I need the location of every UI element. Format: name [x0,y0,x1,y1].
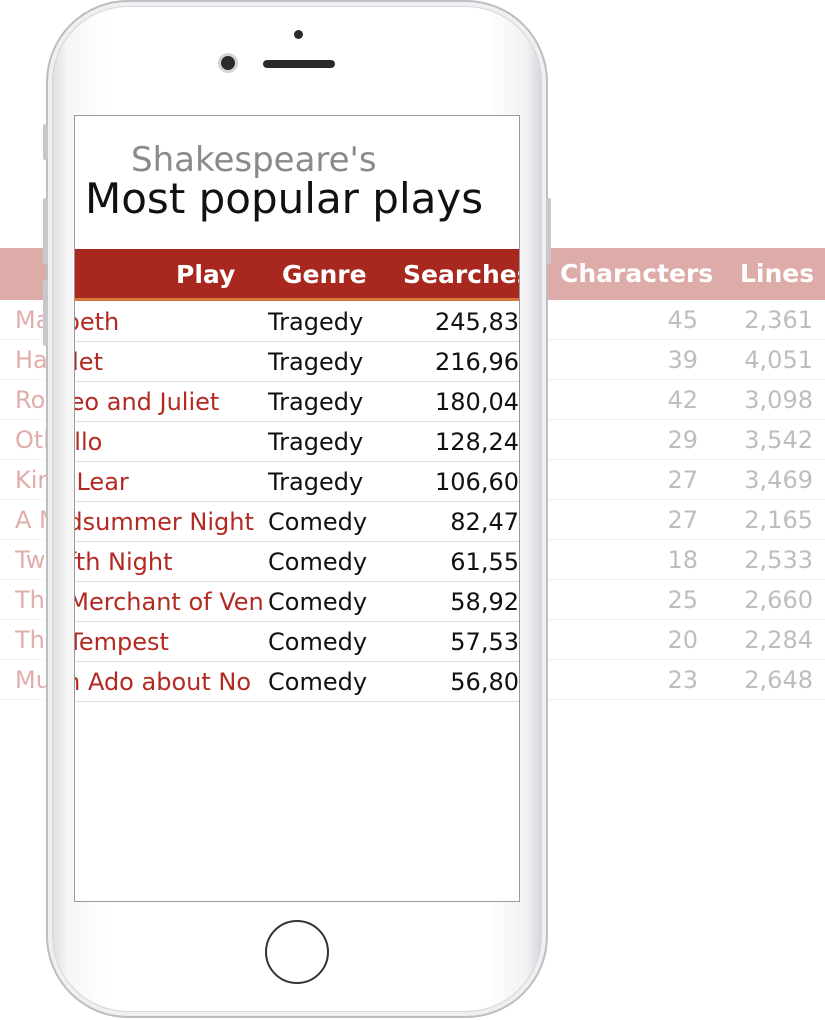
column-header-searches[interactable]: Searches [403,261,519,289]
proximity-sensor-icon [294,30,303,39]
table-row: Romeo and JulietTragedy 180,04 [75,382,519,422]
genre-value: Comedy [268,668,368,696]
genre-value: Tragedy [268,348,364,376]
table-header: Play Genre Searches [75,249,519,301]
column-header-play[interactable]: Play [176,261,235,289]
column-header-characters[interactable]: Characters [560,260,713,288]
lines-value: 2,284 [744,626,813,654]
lines-value: 3,098 [744,386,813,414]
characters-value: 25 [667,586,698,614]
lines-value: 2,361 [744,306,813,334]
characters-value: 18 [667,546,698,574]
searches-value: 82,47 [450,508,519,536]
play-link[interactable]: Othello [75,426,265,458]
searches-value: 245,83 [435,308,519,336]
lines-value: 3,542 [744,426,813,454]
lines-value: 4,051 [744,346,813,374]
speaker-icon [263,60,335,68]
lines-value: 2,660 [744,586,813,614]
phone-screen: Shakespeare's Most popular plays Play Ge… [74,115,520,902]
table-row: OthelloTragedy 128,24 [75,422,519,462]
mute-switch [43,124,48,160]
power-button [546,198,551,264]
table-row: Much Ado about NoComedy 56,80 [75,662,519,702]
table-row: MacbethTragedy 245,83 [75,302,519,342]
genre-value: Comedy [268,628,368,656]
lines-value: 3,469 [744,466,813,494]
home-button-icon[interactable] [265,920,329,984]
searches-value: 216,96 [435,348,519,376]
searches-value: 61,55 [450,548,519,576]
searches-value: 180,04 [435,388,519,416]
table-row: A Midsummer NightComedy 82,47 [75,502,519,542]
characters-value: 27 [667,466,698,494]
searches-value: 128,24 [435,428,519,456]
genre-value: Comedy [268,588,368,616]
characters-value: 29 [667,426,698,454]
searches-value: 57,53 [450,628,519,656]
genre-value: Tragedy [268,388,364,416]
characters-value: 20 [667,626,698,654]
play-link[interactable]: Twelfth Night [75,546,265,578]
genre-value: Comedy [268,508,368,536]
play-link[interactable]: The Tempest [75,626,265,658]
table-row: HamletTragedy 216,96 [75,342,519,382]
searches-value: 58,92 [450,588,519,616]
table-row: Twelfth NightComedy 61,55 [75,542,519,582]
table-row: King LearTragedy 106,60 [75,462,519,502]
genre-value: Tragedy [268,428,364,456]
play-link[interactable]: A Midsummer Night [75,506,265,538]
characters-value: 39 [667,346,698,374]
table-row: The Merchant of VenComedy 58,92 [75,582,519,622]
page-title: Most popular plays [85,174,484,223]
play-link[interactable]: Macbeth [75,306,265,338]
table-row: The TempestComedy 57,53 [75,622,519,662]
column-header-genre[interactable]: Genre [282,261,367,289]
play-link[interactable]: Romeo and Juliet [75,386,265,418]
searches-value: 56,80 [450,668,519,696]
volume-down-button [43,280,48,346]
genre-value: Tragedy [268,308,364,336]
play-link[interactable]: The Merchant of Ven [75,586,265,618]
characters-value: 45 [667,306,698,334]
genre-value: Comedy [268,548,368,576]
volume-up-button [43,198,48,264]
lines-value: 2,533 [744,546,813,574]
characters-value: 23 [667,666,698,694]
searches-value: 106,60 [435,468,519,496]
lines-value: 2,648 [744,666,813,694]
characters-value: 42 [667,386,698,414]
play-link[interactable]: Much Ado about No [75,666,265,698]
play-link[interactable]: Hamlet [75,346,265,378]
lines-value: 2,165 [744,506,813,534]
characters-value: 27 [667,506,698,534]
genre-value: Tragedy [268,468,364,496]
front-camera-icon [221,56,235,70]
play-link[interactable]: King Lear [75,466,265,498]
column-header-lines[interactable]: Lines [740,260,814,288]
